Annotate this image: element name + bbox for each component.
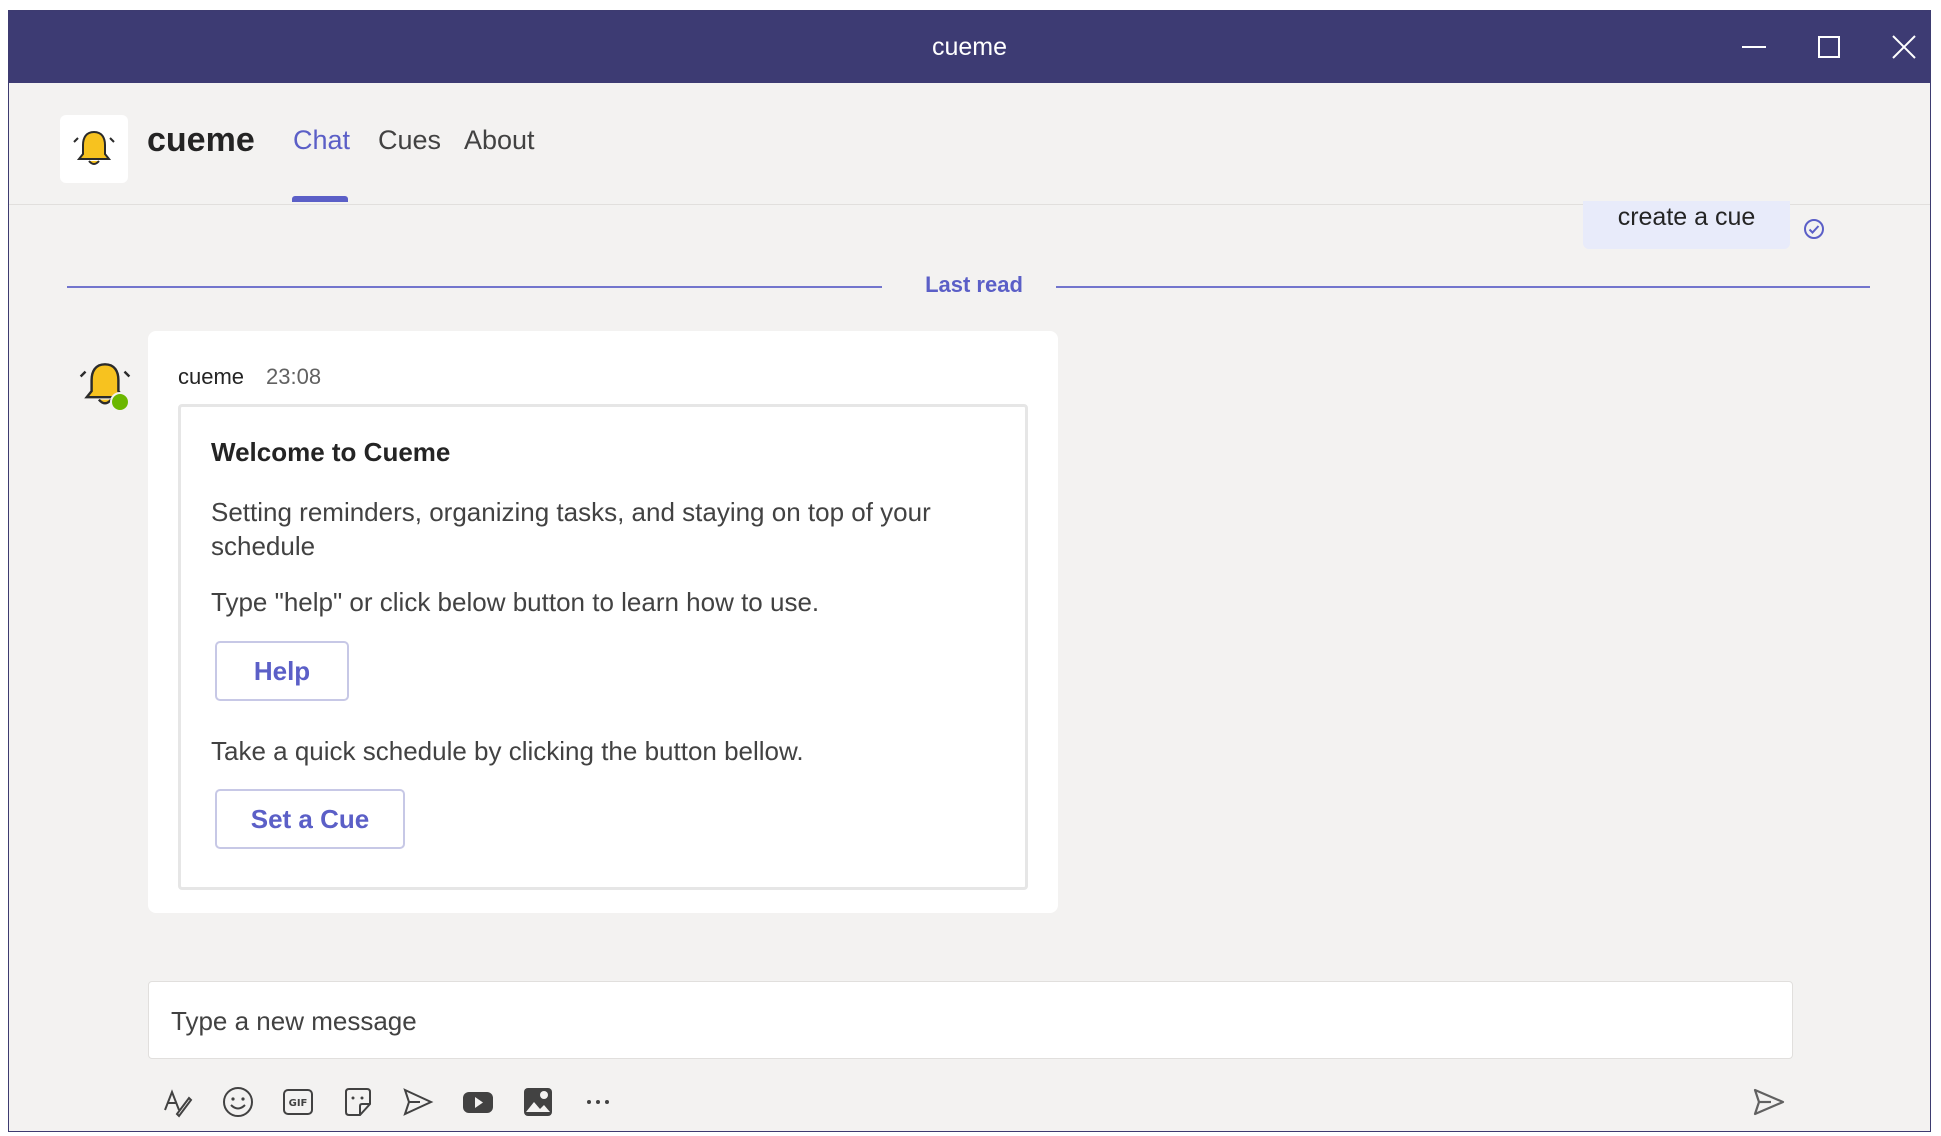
sticker-icon <box>345 1088 371 1116</box>
app-window: cueme cueme Chat Cues About create a cue <box>8 10 1931 1132</box>
minimize-icon <box>1742 46 1766 48</box>
tab-cues[interactable]: Cues <box>378 125 441 156</box>
youtube-button[interactable] <box>458 1082 498 1122</box>
set-a-cue-button[interactable]: Set a Cue <box>215 789 405 849</box>
minimize-button[interactable] <box>1734 27 1774 67</box>
app-logo <box>60 115 128 183</box>
app-name: cueme <box>147 121 255 159</box>
image-gallery-icon <box>524 1088 552 1116</box>
last-read-line-right <box>1056 286 1870 288</box>
gif-button[interactable]: GIF <box>278 1082 318 1122</box>
youtube-icon <box>463 1092 493 1113</box>
card-schedule-text: Take a quick schedule by clicking the bu… <box>211 736 804 766</box>
last-read-line-left <box>67 286 882 288</box>
image-app-button[interactable] <box>518 1082 558 1122</box>
sent-message-bubble: create a cue <box>1583 201 1790 249</box>
gif-icon: GIF <box>283 1089 313 1115</box>
bot-message: cueme 23:08 Welcome to Cueme Setting rem… <box>148 331 1058 913</box>
last-read-label: Last read <box>925 272 1023 297</box>
active-tab-indicator <box>292 196 348 202</box>
schedule-send-icon <box>403 1088 434 1116</box>
maximize-icon <box>1818 36 1840 58</box>
send-button[interactable] <box>1749 1082 1789 1122</box>
schedule-meeting-button[interactable] <box>398 1082 438 1122</box>
read-receipt-icon <box>1804 219 1824 239</box>
card-help-text: Type "help" or click below button to lea… <box>211 587 820 617</box>
welcome-card: Welcome to Cueme Setting reminders, orga… <box>178 404 1028 890</box>
app-header: cueme Chat Cues About <box>9 83 1930 205</box>
title-bar: cueme <box>9 11 1930 83</box>
compose-box <box>148 981 1793 1060</box>
window-title: cueme <box>931 33 1008 61</box>
help-button[interactable]: Help <box>215 641 349 701</box>
emoji-button[interactable] <box>218 1082 258 1122</box>
card-description: Setting reminders, organizing tasks, and… <box>211 497 931 561</box>
presence-available-icon <box>110 392 130 412</box>
format-icon <box>164 1089 193 1118</box>
sticker-button[interactable] <box>338 1082 378 1122</box>
card-title: Welcome to Cueme <box>211 437 451 467</box>
format-button[interactable] <box>157 1082 197 1122</box>
tab-about[interactable]: About <box>464 125 535 156</box>
more-horizontal-icon <box>587 1100 609 1104</box>
emoji-icon <box>223 1087 253 1117</box>
close-button[interactable] <box>1884 27 1924 67</box>
message-sender: cueme <box>178 364 245 389</box>
more-options-button[interactable] <box>578 1082 618 1122</box>
maximize-button[interactable] <box>1809 27 1849 67</box>
bell-icon <box>73 130 115 165</box>
svg-text:GIF: GIF <box>289 1098 308 1109</box>
message-timestamp: 23:08 <box>266 364 322 389</box>
message-input[interactable] <box>169 982 1763 1060</box>
send-icon <box>1753 1088 1785 1116</box>
tab-chat[interactable]: Chat <box>293 125 350 156</box>
close-icon <box>1892 35 1916 59</box>
